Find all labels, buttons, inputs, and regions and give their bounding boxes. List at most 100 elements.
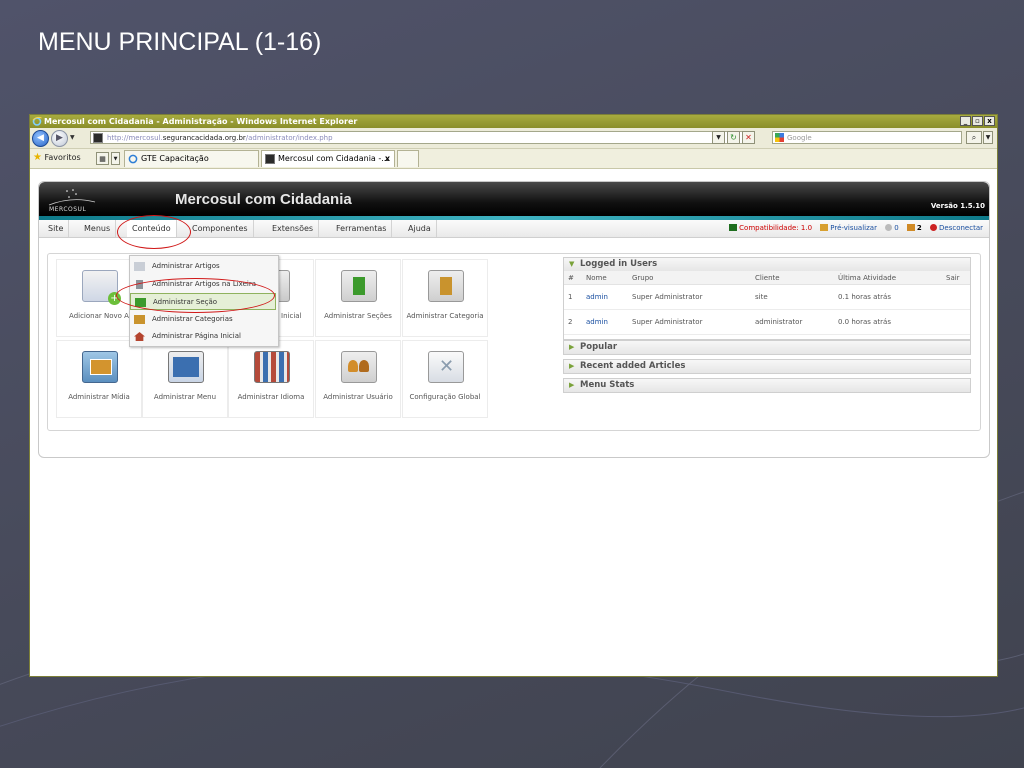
quick-tabs-icon[interactable]: ▦ bbox=[96, 152, 109, 165]
dropdown-item-sections[interactable]: Administrar Seção bbox=[130, 293, 276, 310]
col-grupo: Grupo bbox=[628, 271, 751, 285]
cpanel-menu[interactable]: Administrar Menu bbox=[142, 340, 228, 418]
dropdown-item-trash[interactable]: Administrar Artigos na Lixeira bbox=[130, 276, 276, 293]
joomla-favicon-icon bbox=[265, 154, 275, 164]
browser-window: Mercosul com Cidadania - Administração -… bbox=[29, 114, 998, 677]
cpanel-label: Administrar Usuário bbox=[323, 393, 393, 401]
preview-text: Pré-visualizar bbox=[830, 224, 877, 232]
col-sair: Sair bbox=[942, 271, 970, 285]
dropdown-item-categories[interactable]: Administrar Categorias bbox=[130, 311, 276, 328]
collapsed-arrow-icon: ▶ bbox=[569, 381, 575, 389]
mercosul-logo-icon bbox=[48, 189, 96, 206]
compat-text: Compatibilidade: 1.0 bbox=[739, 224, 813, 232]
dropdown-label: Administrar Categorias bbox=[152, 315, 233, 323]
logged-users-header[interactable]: ▼ Logged in Users bbox=[564, 258, 970, 271]
dropdown-label: Administrar Artigos bbox=[152, 262, 220, 270]
cpanel-categories[interactable]: Administrar Categoria bbox=[402, 259, 488, 337]
menu-stats-module[interactable]: ▶ Menu Stats bbox=[563, 378, 971, 393]
menu-ajuda[interactable]: Ajuda bbox=[403, 220, 437, 237]
cpanel-label: Administrar Seções bbox=[324, 312, 392, 320]
tab-mercosul[interactable]: Mercosul com Cidadania -... x bbox=[261, 150, 395, 167]
module-title: Logged in Users bbox=[580, 259, 658, 269]
categories-icon bbox=[428, 270, 464, 302]
articles-icon bbox=[134, 262, 145, 271]
cell-cliente: administrator bbox=[751, 309, 834, 335]
category-icon bbox=[134, 315, 145, 324]
star-icon: ★ bbox=[33, 152, 42, 163]
forward-button[interactable]: ▶ bbox=[51, 130, 68, 147]
cell-atividade: 0.1 horas atrás bbox=[834, 284, 942, 310]
conteudo-dropdown: Administrar Artigos Administrar Artigos … bbox=[129, 255, 279, 347]
media-icon bbox=[82, 351, 118, 383]
module-title: Recent added Articles bbox=[580, 361, 686, 371]
table-header-row: # Nome Grupo Cliente Última Atividade Sa… bbox=[564, 271, 970, 285]
search-options-icon[interactable]: ▼ bbox=[983, 131, 993, 144]
users-icon bbox=[906, 224, 915, 231]
collapsed-arrow-icon: ▶ bbox=[569, 343, 575, 351]
refresh-icon[interactable]: ↻ bbox=[727, 131, 740, 144]
tab-close-icon[interactable]: x bbox=[385, 151, 390, 167]
logout-link[interactable]: Desconectar bbox=[930, 224, 983, 232]
tab-gte[interactable]: GTE Capacitação bbox=[124, 150, 259, 167]
preview-link[interactable]: Pré-visualizar bbox=[820, 224, 877, 232]
language-icon bbox=[254, 351, 290, 383]
address-path: /administrator/index.php bbox=[245, 134, 333, 142]
compat-status: Compatibilidade: 1.0 bbox=[729, 224, 812, 232]
cpanel-users[interactable]: Administrar Usuário bbox=[315, 340, 401, 418]
config-icon: ✕ bbox=[428, 351, 464, 383]
popular-module[interactable]: ▶ Popular bbox=[563, 340, 971, 355]
cpanel-config[interactable]: ✕ Configuração Global bbox=[402, 340, 488, 418]
menu-componentes[interactable]: Componentes bbox=[187, 220, 254, 237]
cpanel-label: Administrar Menu bbox=[153, 393, 217, 401]
menu-conteudo[interactable]: Conteúdo bbox=[127, 220, 177, 237]
cpanel-sections[interactable]: Administrar Seções bbox=[315, 259, 401, 337]
cell-number: 2 bbox=[564, 309, 582, 335]
back-button[interactable]: ◀ bbox=[32, 130, 49, 147]
stop-icon[interactable]: ✕ bbox=[742, 131, 755, 144]
address-bar[interactable]: http://mercosul.segurancacidada.org.br/a… bbox=[90, 131, 750, 144]
cpanel-language[interactable]: Administrar Idioma bbox=[228, 340, 314, 418]
dropdown-label: Administrar Página Inicial bbox=[152, 332, 241, 340]
minimize-button[interactable]: _ bbox=[960, 116, 971, 126]
dropdown-item-frontpage[interactable]: Administrar Página Inicial bbox=[130, 328, 276, 345]
recent-articles-module[interactable]: ▶ Recent added Articles bbox=[563, 359, 971, 374]
new-tab-button[interactable] bbox=[397, 150, 419, 167]
maximize-button[interactable]: ▫ bbox=[972, 116, 983, 126]
version-label: Versão 1.5.10 bbox=[930, 202, 985, 210]
module-title: Popular bbox=[580, 342, 618, 352]
users-text: 2 bbox=[916, 224, 922, 232]
table-row: 2 admin Super Administrator administrato… bbox=[564, 309, 970, 335]
menu-menus[interactable]: Menus bbox=[79, 220, 117, 237]
expanded-arrow-icon: ▼ bbox=[569, 260, 575, 268]
ie-logo-icon bbox=[32, 116, 42, 126]
page-content: MERCOSUL Mercosul com Cidadania Versão 1… bbox=[30, 169, 997, 676]
search-input[interactable]: Google bbox=[772, 131, 962, 144]
menu-ferramentas[interactable]: Ferramentas bbox=[331, 220, 393, 237]
close-button[interactable]: x bbox=[984, 116, 995, 126]
menu-extensoes[interactable]: Extensões bbox=[267, 220, 320, 237]
history-dropdown-icon[interactable]: ▼ bbox=[70, 134, 75, 141]
tab-list-icon[interactable]: ▼ bbox=[111, 152, 120, 165]
cell-nome[interactable]: admin bbox=[582, 284, 628, 310]
window-controls: _ ▫ x bbox=[960, 116, 995, 126]
favorites-button[interactable]: ★ Favoritos bbox=[33, 152, 81, 163]
logout-icon bbox=[930, 224, 938, 231]
compat-icon bbox=[729, 224, 738, 231]
users-icon bbox=[341, 351, 377, 383]
cpanel-label: Administrar Categoria bbox=[406, 312, 484, 320]
favorites-bar: ★ Favoritos ▦ ▼ GTE Capacitação Mercosul… bbox=[30, 149, 997, 169]
search-placeholder: Google bbox=[787, 134, 812, 142]
messages-count[interactable]: 0 bbox=[885, 224, 899, 232]
col-atividade: Última Atividade bbox=[834, 271, 942, 285]
cell-cliente: site bbox=[751, 284, 834, 310]
cell-sair bbox=[942, 309, 970, 335]
cpanel-media[interactable]: Administrar Mídia bbox=[56, 340, 142, 418]
search-button-icon[interactable]: ⌕ bbox=[966, 131, 982, 144]
cell-nome[interactable]: admin bbox=[582, 309, 628, 335]
users-count[interactable]: 2 bbox=[906, 224, 922, 232]
slide-title: MENU PRINCIPAL (1-16) bbox=[38, 28, 322, 56]
menu-site[interactable]: Site bbox=[43, 220, 70, 237]
address-dropdown-icon[interactable]: ▼ bbox=[712, 131, 725, 144]
messages-icon bbox=[885, 224, 893, 231]
dropdown-item-articles[interactable]: Administrar Artigos bbox=[130, 258, 276, 275]
